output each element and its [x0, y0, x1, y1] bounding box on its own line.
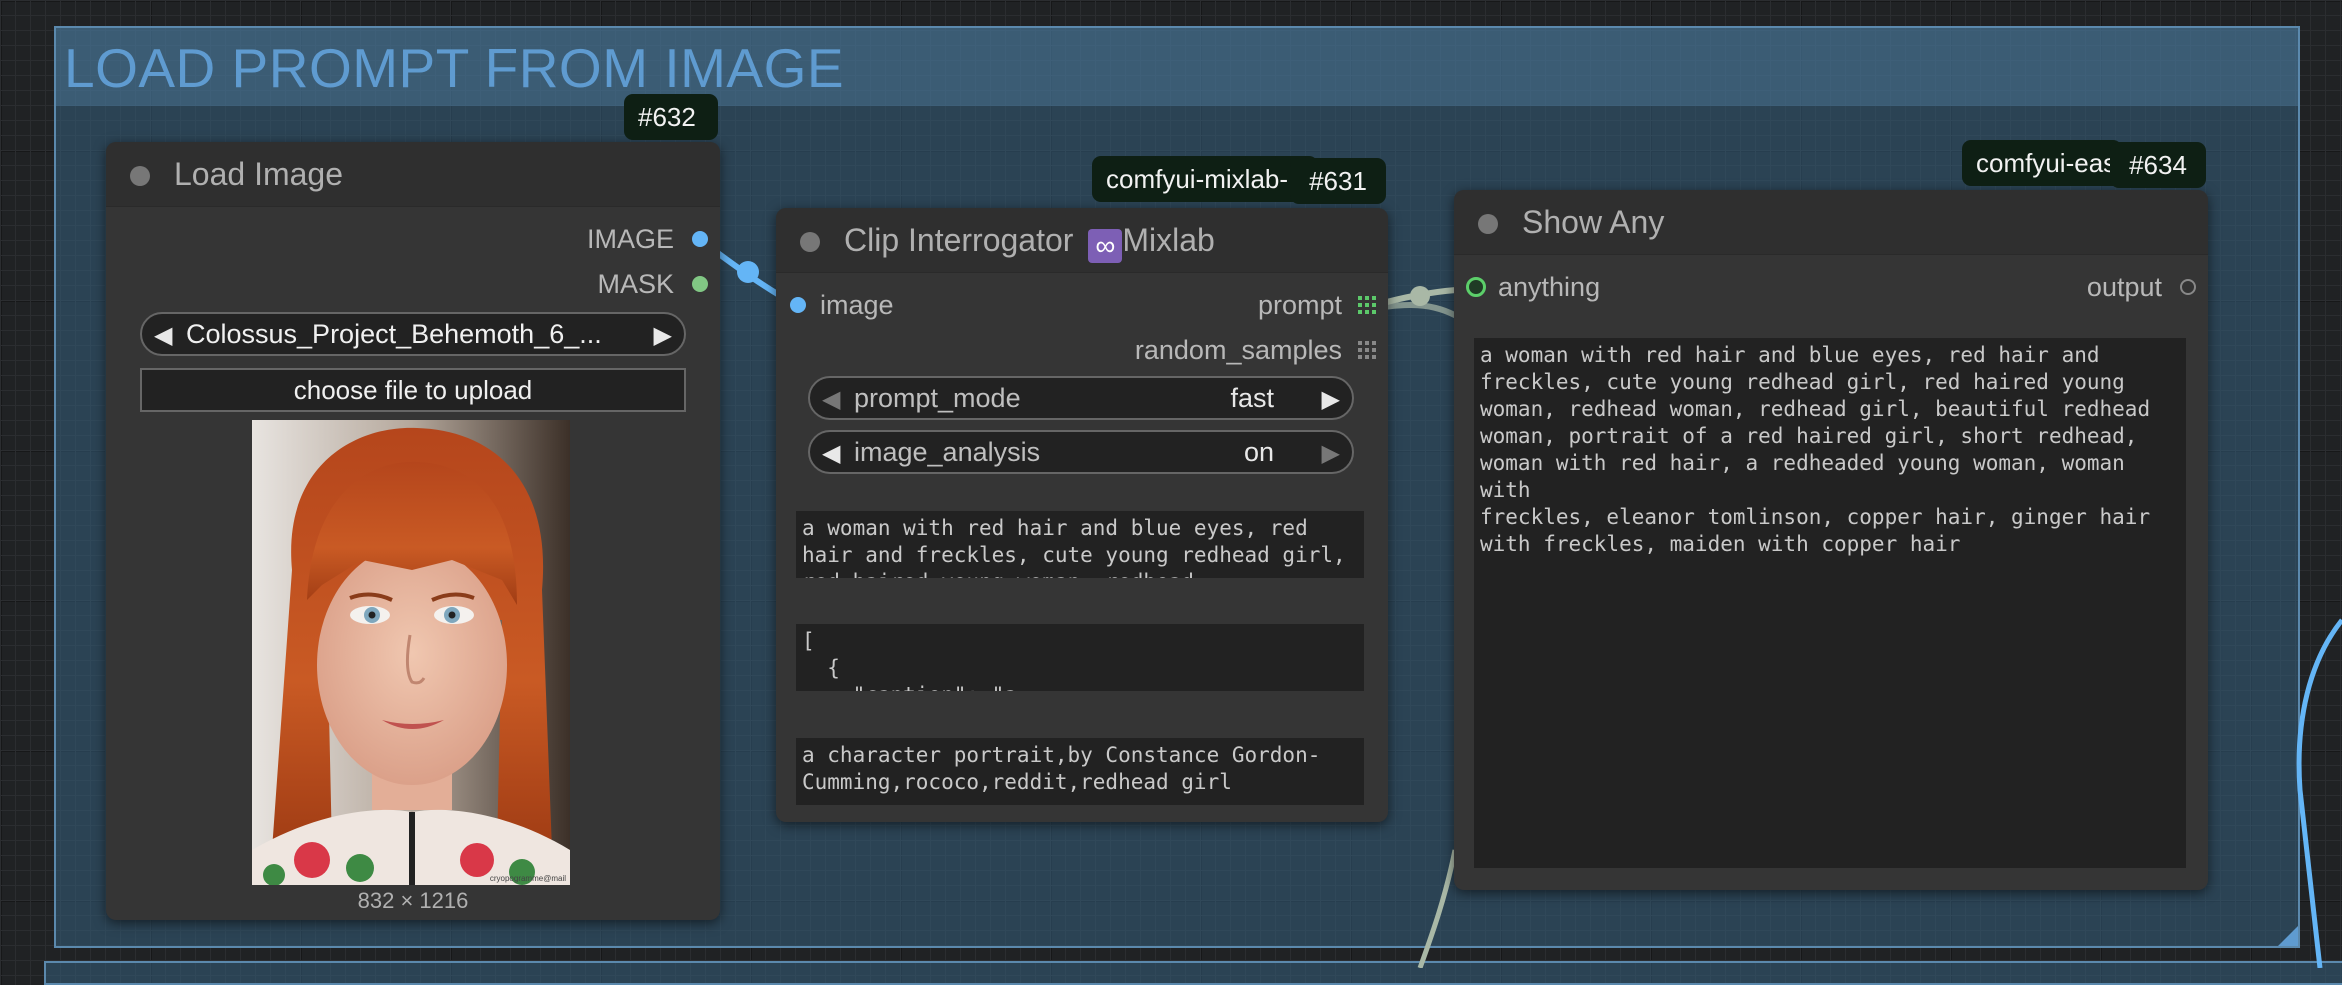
output-slot-random-samples[interactable]: [1358, 341, 1376, 359]
image-analysis-combo[interactable]: ◀ image_analysis on ▶: [808, 430, 1354, 474]
collapse-dot[interactable]: [800, 232, 820, 252]
output-slot-image[interactable]: [692, 231, 708, 247]
node-title: Load Image: [174, 156, 344, 192]
lower-group-edge: [44, 961, 2342, 985]
output-label-mask: MASK: [597, 269, 674, 299]
node-header[interactable]: Clip Interrogator ∞ Mixlab: [776, 208, 1388, 273]
prompt-mode-value: fast: [1230, 383, 1274, 413]
output-label-output: output: [2086, 272, 2162, 302]
combo-prev-arrow[interactable]: ◀: [154, 321, 172, 350]
output-slot-mask[interactable]: [692, 276, 708, 292]
collapse-dot[interactable]: [130, 166, 150, 186]
group-resize-handle[interactable]: [2278, 926, 2298, 946]
node-id-badge-634: #634: [2110, 142, 2206, 188]
infinity-icon: ∞: [1088, 229, 1123, 263]
output-slot-prompt[interactable]: [1358, 296, 1376, 314]
combo-next-arrow[interactable]: ▶: [1322, 385, 1340, 414]
node-load-image[interactable]: Load Image IMAGE MASK ◀ Colossus_Project…: [106, 142, 720, 920]
group-title: LOAD PROMPT FROM IMAGE: [64, 37, 845, 99]
combo-prev-arrow[interactable]: ◀: [822, 439, 840, 468]
node-source-badge-mixlab: comfyui-mixlab-: [1092, 156, 1318, 202]
caption-output-text[interactable]: a character portrait,by Constance Gordon…: [796, 738, 1364, 805]
node-header[interactable]: Load Image: [106, 142, 720, 207]
image-size-label: 832 × 1216: [357, 888, 469, 913]
input-slot-image[interactable]: [790, 297, 806, 313]
image-watermark: cryopogramme@mail: [489, 874, 566, 883]
image-file-combo[interactable]: ◀ Colossus_Project_Behemoth_6_... ▶: [140, 312, 686, 356]
output-label-random-samples: random_samples: [1134, 335, 1342, 365]
prompt-mode-combo[interactable]: ◀ prompt_mode fast ▶: [808, 376, 1354, 420]
node-id-badge-631: #631: [1290, 158, 1386, 204]
output-label-image: IMAGE: [586, 224, 674, 254]
node-show-any[interactable]: Show Any anything output a woman with re…: [1454, 190, 2208, 890]
output-label-prompt: prompt: [1257, 290, 1342, 320]
image-analysis-value: on: [1243, 437, 1274, 467]
prompt-mode-label: prompt_mode: [854, 383, 1021, 413]
image-preview: cryopogramme@mail: [252, 420, 570, 885]
node-clip-interrogator[interactable]: Clip Interrogator ∞ Mixlab image prompt r…: [776, 208, 1388, 822]
combo-prev-arrow[interactable]: ◀: [822, 385, 840, 414]
choose-file-label: choose file to upload: [293, 375, 533, 405]
combo-next-arrow[interactable]: ▶: [1322, 439, 1340, 468]
random-samples-json-text[interactable]: [ { "caption": "a: [796, 624, 1364, 691]
node-id-badge-632: #632: [624, 94, 718, 140]
prompt-output-text[interactable]: a woman with red hair and blue eyes, red…: [796, 511, 1364, 578]
node-source-badge-easy: comfyui-eas: [1962, 140, 2122, 186]
node-title: Show Any: [1522, 204, 1665, 240]
node-title-text: Clip Interrogator: [844, 222, 1074, 258]
collapse-dot[interactable]: [1478, 214, 1498, 234]
input-label-image: image: [820, 290, 894, 320]
group-title-bar[interactable]: LOAD PROMPT FROM IMAGE: [56, 28, 2298, 106]
input-slot-anything[interactable]: [1466, 277, 1486, 297]
input-label-anything: anything: [1498, 272, 1601, 302]
combo-next-arrow[interactable]: ▶: [654, 321, 672, 350]
node-header[interactable]: Show Any: [1454, 190, 2208, 255]
output-slot-output[interactable]: [2180, 279, 2196, 295]
link-right-edge: [2296, 618, 2342, 968]
choose-file-button[interactable]: choose file to upload: [140, 368, 686, 412]
node-title: Clip Interrogator ∞ Mixlab: [844, 222, 1215, 263]
portrait-illustration: [252, 420, 570, 885]
combo-value: Colossus_Project_Behemoth_6_...: [186, 319, 602, 349]
image-analysis-label: image_analysis: [854, 437, 1041, 467]
show-any-text[interactable]: a woman with red hair and blue eyes, red…: [1474, 338, 2186, 868]
node-title-suffix: Mixlab: [1122, 222, 1215, 258]
